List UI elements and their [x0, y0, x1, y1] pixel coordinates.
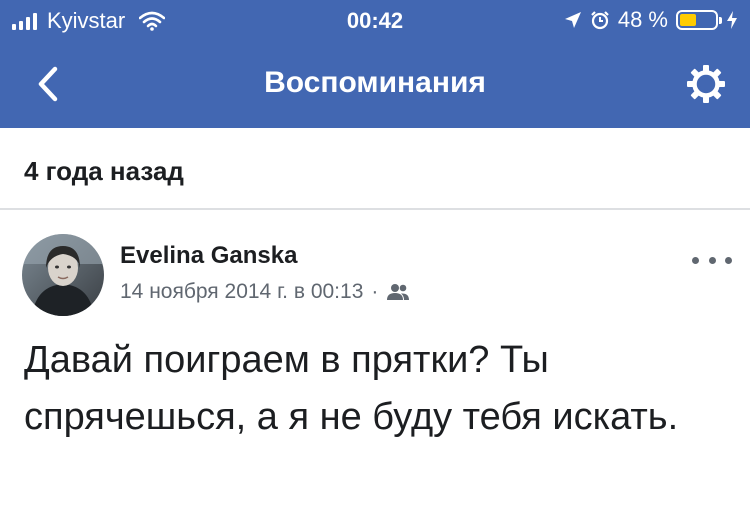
settings-button[interactable]: [684, 62, 728, 106]
app-header: Kyivstar 00:42 48 % Воспоминания: [0, 0, 750, 128]
friends-icon: [387, 284, 410, 300]
post-author[interactable]: Evelina Ganska: [120, 242, 297, 270]
battery-icon: [676, 10, 722, 30]
meta-separator: ·: [371, 280, 379, 303]
charging-bolt-icon: [727, 11, 737, 29]
memories-section-header: 4 года назад: [0, 128, 750, 210]
more-dot-icon: [725, 256, 732, 264]
more-dot-icon: [708, 256, 716, 264]
location-arrow-icon: [564, 12, 581, 28]
status-bar: Kyivstar 00:42 48 %: [0, 0, 750, 40]
avatar[interactable]: [22, 234, 104, 316]
section-title: 4 года назад: [24, 156, 184, 186]
more-dot-icon: [692, 256, 699, 264]
post-text: Давай поиграем в прятки? Ты спрячешься, …: [24, 339, 679, 438]
nav-bar: Воспоминания: [0, 40, 750, 128]
memory-post: Evelina Ganska 14 ноября 2014 г. в 00:13…: [0, 212, 750, 508]
gear-icon: [687, 65, 725, 103]
avatar-photo: [22, 234, 104, 316]
more-options-button[interactable]: [692, 248, 732, 272]
post-meta: 14 ноября 2014 г. в 00:13 ·: [120, 280, 410, 304]
battery-fill: [680, 14, 697, 26]
alarm-icon: [591, 11, 609, 30]
status-right: 48 %: [564, 7, 738, 33]
battery-percent: 48 %: [617, 7, 668, 32]
page-title: Воспоминания: [264, 66, 486, 99]
post-date[interactable]: 14 ноября 2014 г. в 00:13: [120, 280, 363, 304]
